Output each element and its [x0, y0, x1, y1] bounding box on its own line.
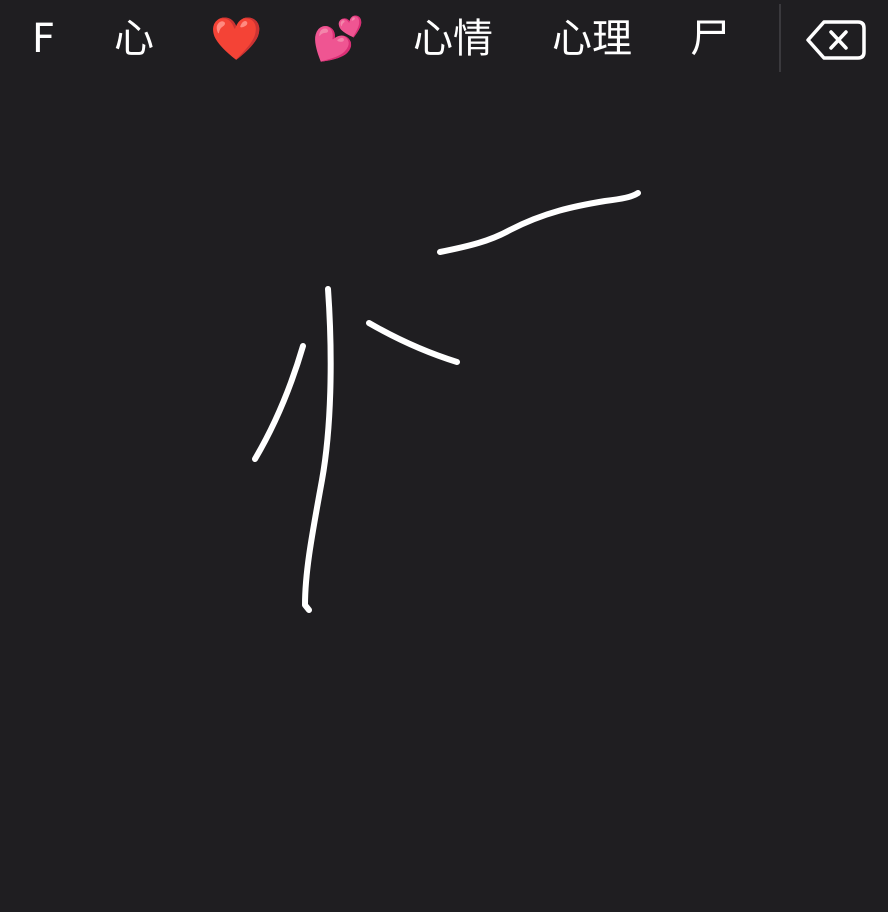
candidate-two-hearts-emoji[interactable]: 💕 [312, 0, 364, 78]
candidate-xin[interactable]: 心 [114, 0, 154, 78]
candidate-shi[interactable]: 尸 [690, 0, 730, 78]
handwriting-keyboard: F 心 ❤️ 💕 心情 心理 尸 [0, 0, 888, 912]
ink-stroke-vertical [302, 286, 334, 613]
handwriting-strokes [252, 190, 641, 613]
ink-stroke-left-dot [252, 343, 306, 462]
candidate-divider [779, 4, 781, 72]
backspace-button[interactable] [800, 12, 872, 68]
ink-stroke-right-dot [366, 320, 460, 365]
backspace-icon [806, 20, 866, 60]
candidate-red-heart-emoji[interactable]: ❤️ [210, 0, 262, 78]
ink-stroke-top-horizontal [437, 190, 641, 255]
candidate-xinqing[interactable]: 心情 [413, 0, 493, 78]
candidate-f[interactable]: F [32, 0, 55, 78]
candidate-bar: F 心 ❤️ 💕 心情 心理 尸 [0, 0, 888, 78]
candidate-xinli[interactable]: 心理 [552, 0, 632, 78]
handwriting-canvas[interactable] [0, 78, 888, 912]
